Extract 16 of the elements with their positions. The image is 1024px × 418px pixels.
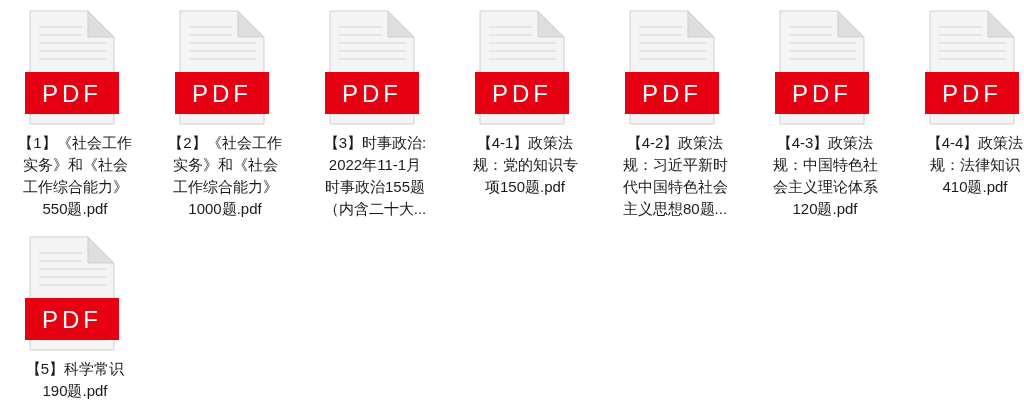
file-name: 【4-1】政策法 规：党的知识专 项150题.pdf [472,133,578,197]
file-type-label: PDF [42,306,102,333]
file-type-label: PDF [42,80,102,107]
file-type-label: PDF [492,80,552,107]
file-name: 【3】时事政治: 2022年11-1月 时事政治155题 （内含二十大... [323,133,427,219]
file-type-label: PDF [642,80,702,107]
file-name: 【2】《社会工作 实务》和《社会 工作综合能力》 1000题.pdf [168,133,282,219]
file-type-label: PDF [342,80,402,107]
file-name: 【4-3】政策法 规：中国特色社 会主义理论体系 120题.pdf [772,133,878,219]
file-type-label: PDF [942,80,1002,107]
file-name: 【4-2】政策法 规：习近平新时 代中国特色社会 主义思想80题... [622,133,728,219]
file-type-label: PDF [192,80,252,107]
file-name: 【5】科学常识 190题.pdf [25,359,125,401]
file-type-label: PDF [792,80,852,107]
file-name: 【4-4】政策法 规：法律知识 410题.pdf [926,133,1024,197]
file-name: 【1】《社会工作 实务》和《社会 工作综合能力》 550题.pdf [18,133,132,219]
